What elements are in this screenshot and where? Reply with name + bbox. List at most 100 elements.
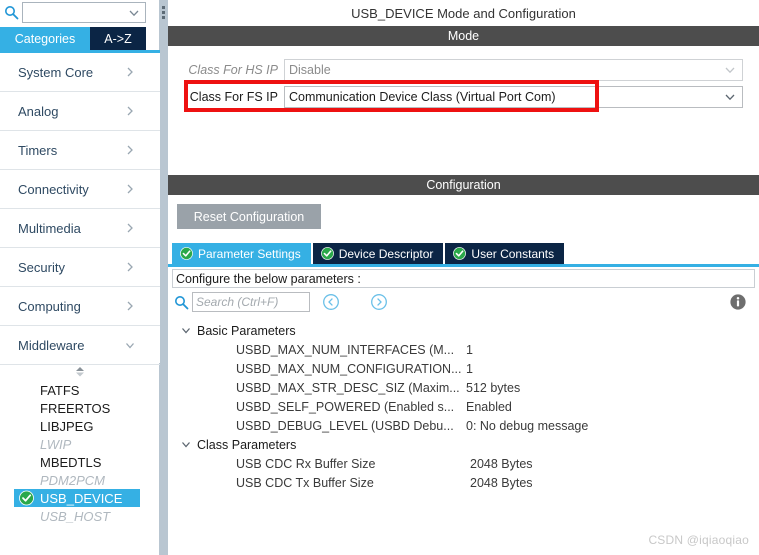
- class-for-fs-ip-value: Communication Device Class (Virtual Port…: [289, 90, 556, 104]
- parameter-value: 2048 Bytes: [470, 456, 533, 471]
- circle-left-arrow-icon[interactable]: [322, 293, 340, 311]
- parameter-name: USB CDC Rx Buffer Size: [236, 456, 376, 471]
- middleware-label: PDM2PCM: [40, 472, 106, 488]
- middleware-list: FATFS FREERTOS LIBJPEG LWIP MBEDTLS PDM2…: [0, 381, 160, 541]
- class-for-hs-ip-row: Class For HS IP Disable: [168, 59, 743, 81]
- middleware-label: LWIP: [40, 436, 72, 452]
- sidebar-tabs: Categories A->Z: [0, 27, 160, 50]
- tab-a-to-z[interactable]: A->Z: [90, 27, 146, 50]
- sidebar-item-lwip[interactable]: LWIP: [0, 435, 160, 453]
- parameter-name: USBD_DEBUG_LEVEL (USBD Debu...: [236, 418, 454, 433]
- sidebar-item-computing[interactable]: Computing: [0, 287, 160, 326]
- category-label: System Core: [18, 64, 94, 80]
- table-row[interactable]: USB CDC Rx Buffer Size 2048 Bytes: [172, 454, 755, 473]
- sidebar-item-mbedtls[interactable]: MBEDTLS: [0, 453, 160, 471]
- green-check-icon: [180, 247, 193, 260]
- parameter-value: 512 bytes: [466, 380, 521, 395]
- tab-user-constants[interactable]: User Constants: [445, 243, 565, 264]
- search-icon: [174, 295, 189, 310]
- search-icon: [0, 1, 22, 23]
- table-row[interactable]: USBD_DEBUG_LEVEL (USBD Debu... 0: No deb…: [172, 416, 755, 435]
- class-for-fs-ip-select[interactable]: Communication Device Class (Virtual Port…: [284, 86, 743, 108]
- sidebar-item-security[interactable]: Security: [0, 248, 160, 287]
- parameter-name: USBD_SELF_POWERED (Enabled s...: [236, 399, 455, 414]
- table-row[interactable]: USBD_SELF_POWERED (Enabled s... Enabled: [172, 397, 755, 416]
- class-for-hs-ip-label: Class For HS IP: [188, 63, 278, 77]
- table-row[interactable]: USBD_MAX_STR_DESC_SIZ (Maxim... 512 byte…: [172, 378, 755, 397]
- middleware-label: USB_DEVICE: [40, 490, 123, 506]
- chevron-down-icon[interactable]: [127, 6, 141, 20]
- group-label: Basic Parameters: [197, 323, 296, 338]
- chevron-right-icon: [124, 105, 136, 117]
- parameter-value: Enabled: [466, 399, 512, 414]
- mode-section-body: Class For HS IP Disable Class For FS IP …: [168, 46, 759, 168]
- chevron-down-icon[interactable]: [723, 90, 737, 104]
- chevron-down-icon[interactable]: [723, 63, 737, 77]
- sidebar-search-combo[interactable]: [22, 1, 146, 23]
- configuration-tabs: Parameter Settings Device Descriptor Use…: [172, 243, 566, 264]
- parameter-name: USBD_MAX_NUM_INTERFACES (M...: [236, 342, 455, 357]
- sidebar-item-usb-device[interactable]: USB_DEVICE: [14, 489, 140, 507]
- chevron-right-icon: [124, 222, 136, 234]
- category-label: Connectivity: [18, 181, 89, 197]
- middleware-label: LIBJPEG: [40, 418, 94, 434]
- green-check-icon: [453, 247, 467, 260]
- sidebar-item-libjpeg[interactable]: LIBJPEG: [0, 417, 160, 435]
- sidebar-item-middleware[interactable]: Middleware: [0, 326, 160, 365]
- chevron-right-icon: [124, 66, 136, 78]
- middleware-label: FREERTOS: [40, 400, 111, 416]
- class-for-fs-ip-label: Class For FS IP: [189, 90, 278, 104]
- tab-label: User Constants: [471, 246, 555, 261]
- sidebar-scroll-indicator[interactable]: [0, 365, 160, 379]
- class-for-hs-ip-select[interactable]: Disable: [284, 59, 743, 81]
- sidebar-item-freertos[interactable]: FREERTOS: [0, 399, 160, 417]
- chevron-down-icon[interactable]: [180, 438, 194, 452]
- sidebar-search-input[interactable]: [26, 3, 126, 21]
- group-class-parameters[interactable]: Class Parameters: [172, 435, 755, 454]
- parameter-value: 1: [466, 342, 473, 357]
- sidebar-item-system-core[interactable]: System Core: [0, 53, 160, 92]
- sidebar-item-connectivity[interactable]: Connectivity: [0, 170, 160, 209]
- watermark: CSDN @iqiaoqiao: [648, 533, 749, 547]
- circle-right-arrow-icon[interactable]: [370, 293, 388, 311]
- parameter-search-input[interactable]: [192, 292, 310, 312]
- category-label: Security: [18, 259, 65, 275]
- sidebar-item-pdm2pcm[interactable]: PDM2PCM: [0, 471, 160, 489]
- category-label: Timers: [18, 142, 58, 158]
- configure-note: Configure the below parameters :: [172, 269, 755, 288]
- class-for-hs-ip-value: Disable: [289, 63, 331, 77]
- sidebar-item-fatfs[interactable]: FATFS: [0, 381, 160, 399]
- table-row[interactable]: USB CDC Tx Buffer Size 2048 Bytes: [172, 473, 755, 492]
- sidebar-item-multimedia[interactable]: Multimedia: [0, 209, 160, 248]
- reset-configuration-button[interactable]: Reset Configuration: [177, 204, 321, 229]
- sidebar-search-row: [0, 0, 160, 24]
- group-label: Class Parameters: [197, 437, 297, 452]
- chevron-down-icon: [124, 339, 136, 351]
- group-basic-parameters[interactable]: Basic Parameters: [172, 321, 755, 340]
- chevron-right-icon: [124, 183, 136, 195]
- tab-parameter-settings[interactable]: Parameter Settings: [172, 243, 311, 264]
- parameter-toolbar: [172, 291, 755, 315]
- table-row[interactable]: USBD_MAX_NUM_INTERFACES (M... 1: [172, 340, 755, 359]
- divider-grip-icon: [162, 6, 165, 22]
- parameter-value: 1: [466, 361, 473, 376]
- sidebar-item-analog[interactable]: Analog: [0, 92, 160, 131]
- category-label: Middleware: [18, 337, 85, 353]
- configuration-section-body: Reset Configuration Parameter Settings D…: [168, 195, 759, 555]
- green-check-icon: [19, 490, 34, 506]
- category-label: Multimedia: [18, 220, 81, 236]
- configuration-section-header: Configuration: [168, 175, 759, 195]
- sidebar: Categories A->Z System Core Analog Timer…: [0, 0, 160, 555]
- tab-device-descriptor[interactable]: Device Descriptor: [312, 243, 444, 264]
- mode-section-header: Mode: [168, 26, 759, 46]
- tab-label: Parameter Settings: [198, 246, 301, 261]
- middleware-label: USB_HOST: [40, 508, 111, 524]
- table-row[interactable]: USBD_MAX_NUM_CONFIGURATION... 1: [172, 359, 755, 378]
- info-icon[interactable]: [729, 293, 747, 311]
- panel-divider[interactable]: [160, 0, 168, 555]
- sidebar-item-timers[interactable]: Timers: [0, 131, 160, 170]
- sidebar-item-usb-host[interactable]: USB_HOST: [0, 507, 160, 525]
- chevron-down-icon[interactable]: [180, 324, 194, 338]
- tab-categories[interactable]: Categories: [0, 27, 90, 50]
- parameter-name: USB CDC Tx Buffer Size: [236, 475, 374, 490]
